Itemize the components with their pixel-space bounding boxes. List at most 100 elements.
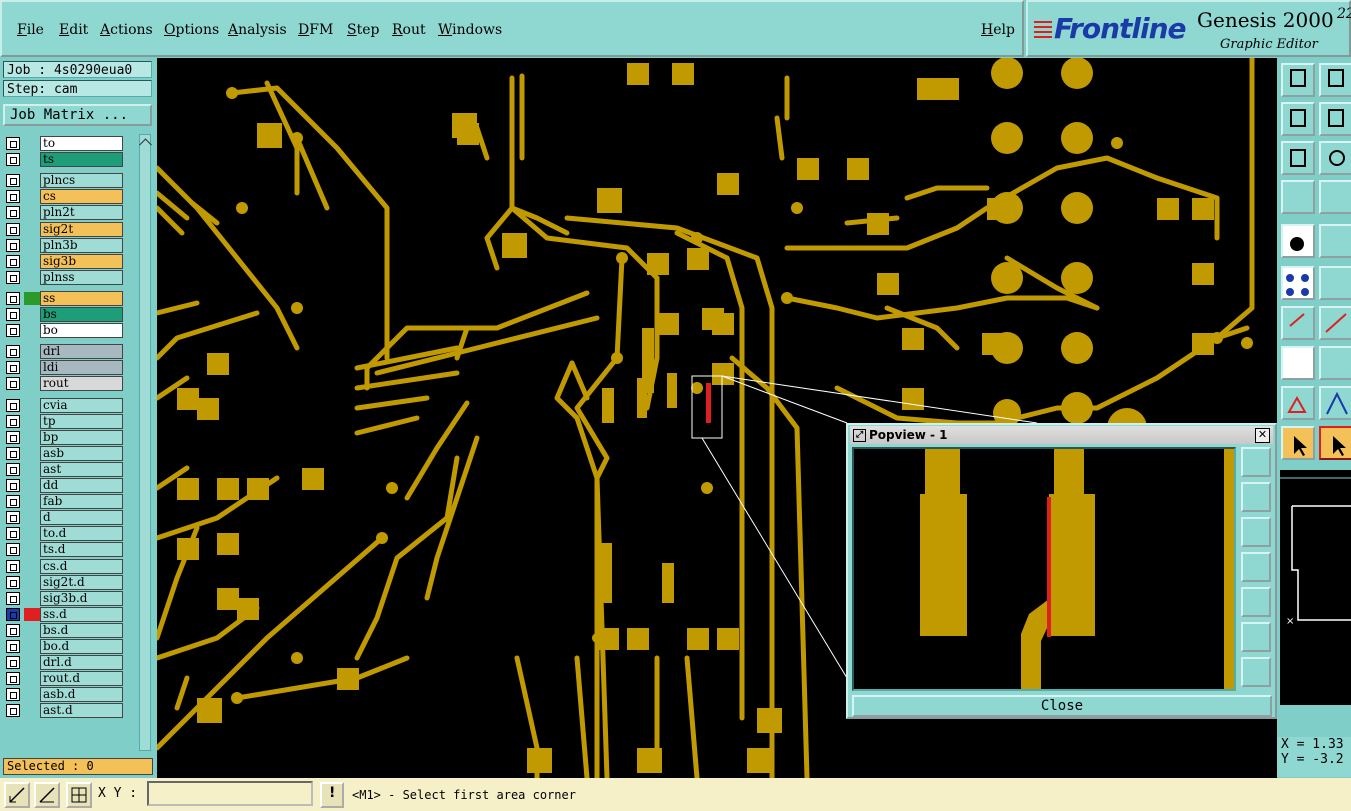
menu-file[interactable]: File <box>17 22 44 38</box>
menu-analysis[interactable]: Analysis <box>228 22 287 38</box>
layer-row[interactable]: pln2t <box>4 205 126 221</box>
popview-close-button[interactable]: Close <box>852 695 1272 717</box>
layer-checkbox[interactable] <box>6 430 20 444</box>
layer-checkbox[interactable] <box>6 575 20 589</box>
layer-checkbox[interactable] <box>6 495 20 509</box>
layer-row[interactable]: ss <box>4 290 126 306</box>
center-view-button[interactable] <box>1319 141 1351 175</box>
layer-checkbox[interactable] <box>6 361 20 375</box>
layer-name[interactable]: cs <box>40 189 123 205</box>
layer-name[interactable]: rout.d <box>40 671 123 687</box>
zoom-down-button[interactable] <box>1319 63 1351 97</box>
layer-name[interactable]: bp <box>40 429 123 445</box>
layer-name[interactable]: to.d <box>40 526 123 542</box>
layer-name[interactable]: drl.d <box>40 655 123 671</box>
layer-name[interactable]: asb.d <box>40 687 123 703</box>
layer-name[interactable]: ast <box>40 461 123 477</box>
layer-row[interactable]: bs.d <box>4 622 126 638</box>
layer-name[interactable]: bs <box>40 307 123 322</box>
snap-button[interactable] <box>1319 180 1351 214</box>
popview-fit-button[interactable] <box>1241 622 1271 652</box>
layer-row[interactable]: fab <box>4 494 126 510</box>
layer-checkbox[interactable] <box>6 254 20 268</box>
popview-zoom-up-button[interactable] <box>1241 482 1271 512</box>
layer-name[interactable]: ts <box>40 152 123 168</box>
layer-name[interactable]: d <box>40 510 123 526</box>
layer-row[interactable]: d <box>4 510 126 526</box>
scroll-up-icon[interactable] <box>139 138 152 152</box>
measure-button[interactable] <box>1281 180 1315 214</box>
triangle-button[interactable] <box>1281 386 1315 420</box>
layer-name[interactable]: pln2t <box>40 205 123 221</box>
layer-row[interactable]: ast.d <box>4 703 126 719</box>
line-button[interactable] <box>1319 346 1351 380</box>
layer-checkbox[interactable] <box>6 398 20 412</box>
connect-button[interactable] <box>1281 346 1315 380</box>
fit-view-button[interactable] <box>1281 141 1315 175</box>
layer-name[interactable]: sig3b.d <box>40 590 123 606</box>
layer-row[interactable]: sig2t <box>4 221 126 237</box>
layer-checkbox[interactable] <box>6 591 20 605</box>
layer-name[interactable]: ss <box>40 290 123 306</box>
layer-name[interactable]: ldi <box>40 360 123 376</box>
layer-row[interactable]: cs <box>4 189 126 205</box>
layer-name[interactable]: cs.d <box>40 558 123 574</box>
layer-name[interactable]: plnss <box>40 269 123 285</box>
layer-checkbox[interactable] <box>6 640 20 653</box>
net-button[interactable] <box>1281 266 1315 300</box>
layer-row[interactable]: rout.d <box>4 671 126 687</box>
window-menu-icon[interactable]: ⤢ <box>853 429 866 442</box>
layer-name[interactable]: asb <box>40 445 123 461</box>
menu-help[interactable]: Help <box>981 22 1015 38</box>
job-matrix-button[interactable]: Job Matrix ... <box>3 104 152 126</box>
layer-name[interactable]: cvia <box>40 397 123 413</box>
popview-zoom-view[interactable] <box>852 447 1236 691</box>
layer-row[interactable]: to <box>4 136 126 151</box>
layer-checkbox[interactable] <box>6 238 20 252</box>
layer-row[interactable]: plnss <box>4 269 126 285</box>
layer-row[interactable]: cvia <box>4 397 126 413</box>
layer-checkbox[interactable] <box>6 153 20 167</box>
snap-angle-button[interactable] <box>34 782 60 808</box>
add-pad-button[interactable] <box>1281 224 1315 258</box>
menu-step[interactable]: Step <box>347 22 379 38</box>
menu-windows[interactable]: Windows <box>438 22 502 38</box>
pan-left-button[interactable] <box>1281 102 1315 136</box>
route-alt-button[interactable] <box>1319 306 1351 340</box>
layer-checkbox[interactable] <box>6 270 20 284</box>
layer-checkbox[interactable] <box>6 291 20 305</box>
layer-checkbox[interactable] <box>6 462 20 476</box>
add-line-button[interactable] <box>1319 224 1351 258</box>
layer-checkbox[interactable] <box>6 559 20 573</box>
layer-checkbox[interactable] <box>6 688 20 702</box>
menu-edit[interactable]: Edit <box>59 22 88 38</box>
layer-name[interactable]: sig3b <box>40 253 123 269</box>
layer-row[interactable]: bo.d <box>4 639 126 654</box>
layer-checkbox[interactable] <box>6 414 20 428</box>
layer-row[interactable]: sig3b.d <box>4 590 126 606</box>
popview-zoom-in-button[interactable] <box>1241 447 1271 477</box>
layer-checkbox[interactable] <box>6 308 20 321</box>
layer-name[interactable]: fab <box>40 494 123 510</box>
layer-row[interactable]: ss.d <box>4 606 126 622</box>
layer-row[interactable]: ts <box>4 152 126 168</box>
polygon-button[interactable] <box>1319 386 1351 420</box>
layer-name[interactable]: drl <box>40 344 123 360</box>
layer-row[interactable]: rout <box>4 376 126 392</box>
layer-row[interactable]: ldi <box>4 360 126 376</box>
layer-checkbox[interactable] <box>6 607 20 621</box>
layer-checkbox[interactable] <box>6 672 20 686</box>
layer-checkbox[interactable] <box>6 543 20 557</box>
layer-name[interactable]: sig2t <box>40 221 123 237</box>
layer-row[interactable]: asb.d <box>4 687 126 703</box>
layer-checkbox[interactable] <box>6 446 20 460</box>
menu-actions[interactable]: Actions <box>100 22 153 38</box>
layer-name[interactable]: ss.d <box>40 606 123 622</box>
layer-row[interactable]: dd <box>4 478 126 493</box>
layer-checkbox[interactable] <box>6 704 20 718</box>
layer-row[interactable]: drl <box>4 344 126 360</box>
layer-row[interactable]: drl.d <box>4 655 126 671</box>
layer-checkbox[interactable] <box>6 222 20 236</box>
layer-name[interactable]: ts.d <box>40 542 123 558</box>
popview-pan-right-button[interactable] <box>1241 587 1271 617</box>
